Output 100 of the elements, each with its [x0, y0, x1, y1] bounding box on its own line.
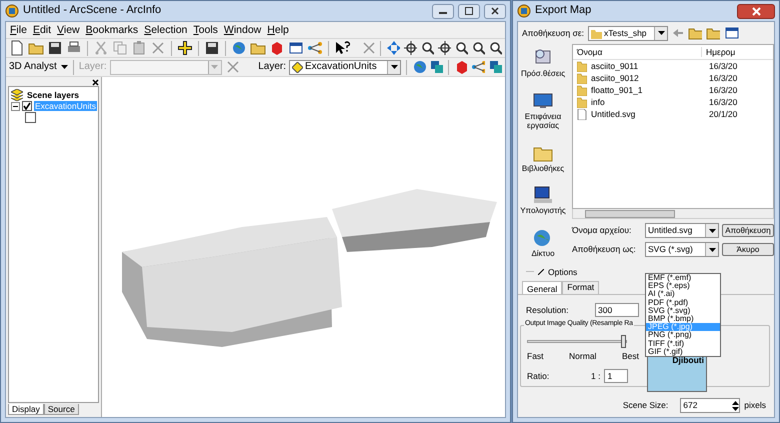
dropdown-option[interactable]: AI (*.ai) — [646, 290, 720, 299]
save-button[interactable]: Αποθήκευση — [722, 224, 774, 238]
save-icon[interactable] — [47, 40, 63, 56]
maximize-button[interactable] — [458, 4, 480, 18]
tab[interactable]: Source — [44, 404, 79, 415]
target-icon[interactable] — [403, 40, 417, 56]
file-icon — [577, 108, 587, 120]
place-shortcut[interactable]: Επιφάνεια εργασίας — [518, 90, 568, 131]
cancel-button[interactable]: Άκυρο — [722, 242, 774, 256]
navigate-icon[interactable] — [386, 40, 400, 56]
place-shortcut[interactable]: Υπολογιστής — [520, 185, 566, 216]
app-icon — [517, 4, 531, 18]
file-name[interactable]: info — [587, 96, 709, 108]
caret-icon — [658, 31, 665, 35]
file-name-field[interactable]: Untitled.svg — [645, 223, 719, 238]
check-icon — [23, 102, 31, 110]
scrollbar-thumb[interactable] — [585, 210, 675, 218]
file-name[interactable]: floatto_901_1 — [587, 84, 709, 96]
menu-item[interactable]: Window — [224, 24, 262, 36]
dropdown-option[interactable]: TIFF (*.tif) — [646, 340, 720, 348]
globe-icon[interactable] — [231, 40, 247, 56]
menu-item[interactable]: Bookmarks — [86, 24, 138, 36]
scene-icon[interactable] — [412, 59, 426, 75]
dropdown-option[interactable]: EMF (*.emf) — [646, 274, 720, 282]
window-title: Untitled - ArcScene - ArcInfo — [23, 4, 162, 18]
folder-icon — [577, 72, 587, 84]
clipboard-icon[interactable] — [131, 40, 147, 56]
minimize-button[interactable] — [432, 4, 454, 18]
file-name[interactable]: asciito_9011 — [587, 60, 709, 72]
nodes-icon[interactable] — [471, 59, 485, 75]
tick-label: Best — [622, 350, 639, 362]
dropdown-option[interactable]: PNG (*.png) — [646, 331, 720, 340]
menu-item[interactable]: Tools — [193, 24, 218, 36]
nodes-icon[interactable] — [307, 40, 323, 56]
file-date: 16/3/20 — [709, 72, 738, 84]
slider-thumb[interactable] — [621, 334, 626, 348]
layer-label: Layer: — [258, 61, 286, 73]
dialog-title: Export Map — [535, 4, 592, 18]
menu-item[interactable]: Selection — [144, 24, 188, 36]
close-icon[interactable] — [92, 79, 99, 86]
tab[interactable]: Display — [8, 404, 44, 415]
tab[interactable]: Format — [562, 280, 600, 294]
close-button[interactable] — [737, 4, 775, 18]
resolution-field[interactable]: 300 — [595, 302, 639, 317]
menu-item[interactable]: Help — [267, 24, 289, 36]
menu-item[interactable]: Edit — [32, 24, 52, 36]
layers-icon — [11, 89, 23, 101]
close-icon — [491, 7, 499, 15]
spinner-arrows-icon — [732, 400, 740, 410]
caret-icon — [708, 248, 716, 252]
folder-icon — [591, 28, 602, 38]
file-date: 20/1/20 — [709, 108, 738, 120]
app-icon — [5, 4, 19, 18]
tab[interactable]: General — [522, 280, 562, 294]
dropdown-option[interactable]: BMP (*.bmp) — [646, 314, 720, 324]
ratio-field[interactable]: 1 — [604, 369, 628, 384]
menu-item[interactable]: View — [57, 24, 80, 36]
ratio-label: Ratio: — [527, 371, 550, 382]
help-pointer-icon[interactable] — [334, 40, 350, 56]
file-date: 16/3/20 — [709, 60, 738, 72]
folder-dropdown[interactable]: xTests_shp — [588, 26, 668, 40]
crosshair-icon[interactable] — [437, 40, 451, 56]
layer-dropdown[interactable]: ExcavationUnits — [289, 60, 401, 74]
file-date: 16/3/20 — [709, 96, 738, 108]
dropdown-option[interactable]: EPS (*.eps) — [646, 282, 720, 290]
magnifier-icon[interactable] — [454, 40, 468, 56]
toc-title: Scene layers — [27, 90, 79, 100]
menu-item[interactable]: File — [10, 24, 27, 36]
file-name[interactable]: asciito_9012 — [587, 72, 709, 84]
place-shortcut[interactable]: Δίκτυο — [531, 228, 555, 259]
place-shortcut[interactable]: Πρόσ.θέσεις — [520, 48, 566, 79]
close-button[interactable] — [484, 4, 506, 18]
monitor-icon — [532, 90, 554, 111]
dropdown-option[interactable]: GIF (*.gif) — [646, 348, 720, 356]
column-header[interactable]: Όνομα — [573, 46, 701, 58]
save-as-type-label: Αποθήκευση ως: — [572, 244, 637, 255]
layer-stack-icon[interactable] — [429, 59, 443, 75]
place-shortcut[interactable]: Βιβλιοθήκες — [522, 142, 564, 174]
computer-icon — [532, 185, 554, 206]
add-data-icon[interactable] — [177, 40, 193, 56]
caret-icon — [708, 228, 716, 232]
layer-checkbox[interactable] — [22, 101, 32, 112]
resolution-label: Resolution: — [526, 304, 570, 316]
new-file-icon[interactable] — [9, 40, 25, 56]
units-label: pixels — [744, 400, 766, 411]
column-header[interactable]: Ημερομ — [701, 46, 737, 58]
dropdown-option[interactable]: PDF (*.pdf) — [646, 298, 720, 307]
dropdown-option[interactable]: SVG (*.svg) — [646, 306, 720, 315]
zoom-icon[interactable] — [420, 40, 434, 56]
file-type-dropdown[interactable]: SVG (*.svg) — [645, 242, 719, 257]
scene-size-spinner[interactable]: 672 — [680, 398, 740, 413]
file-name[interactable]: Untitled.svg — [587, 108, 709, 120]
window-stack-icon[interactable] — [488, 59, 502, 75]
caret-icon — [390, 65, 398, 69]
ratio-prefix: 1 : — [591, 371, 600, 382]
folder-icon — [577, 84, 587, 96]
layer-icon — [292, 62, 303, 72]
close-icon — [752, 6, 760, 16]
file-date: 16/3/20 — [709, 84, 738, 96]
window-icon[interactable] — [288, 40, 304, 56]
